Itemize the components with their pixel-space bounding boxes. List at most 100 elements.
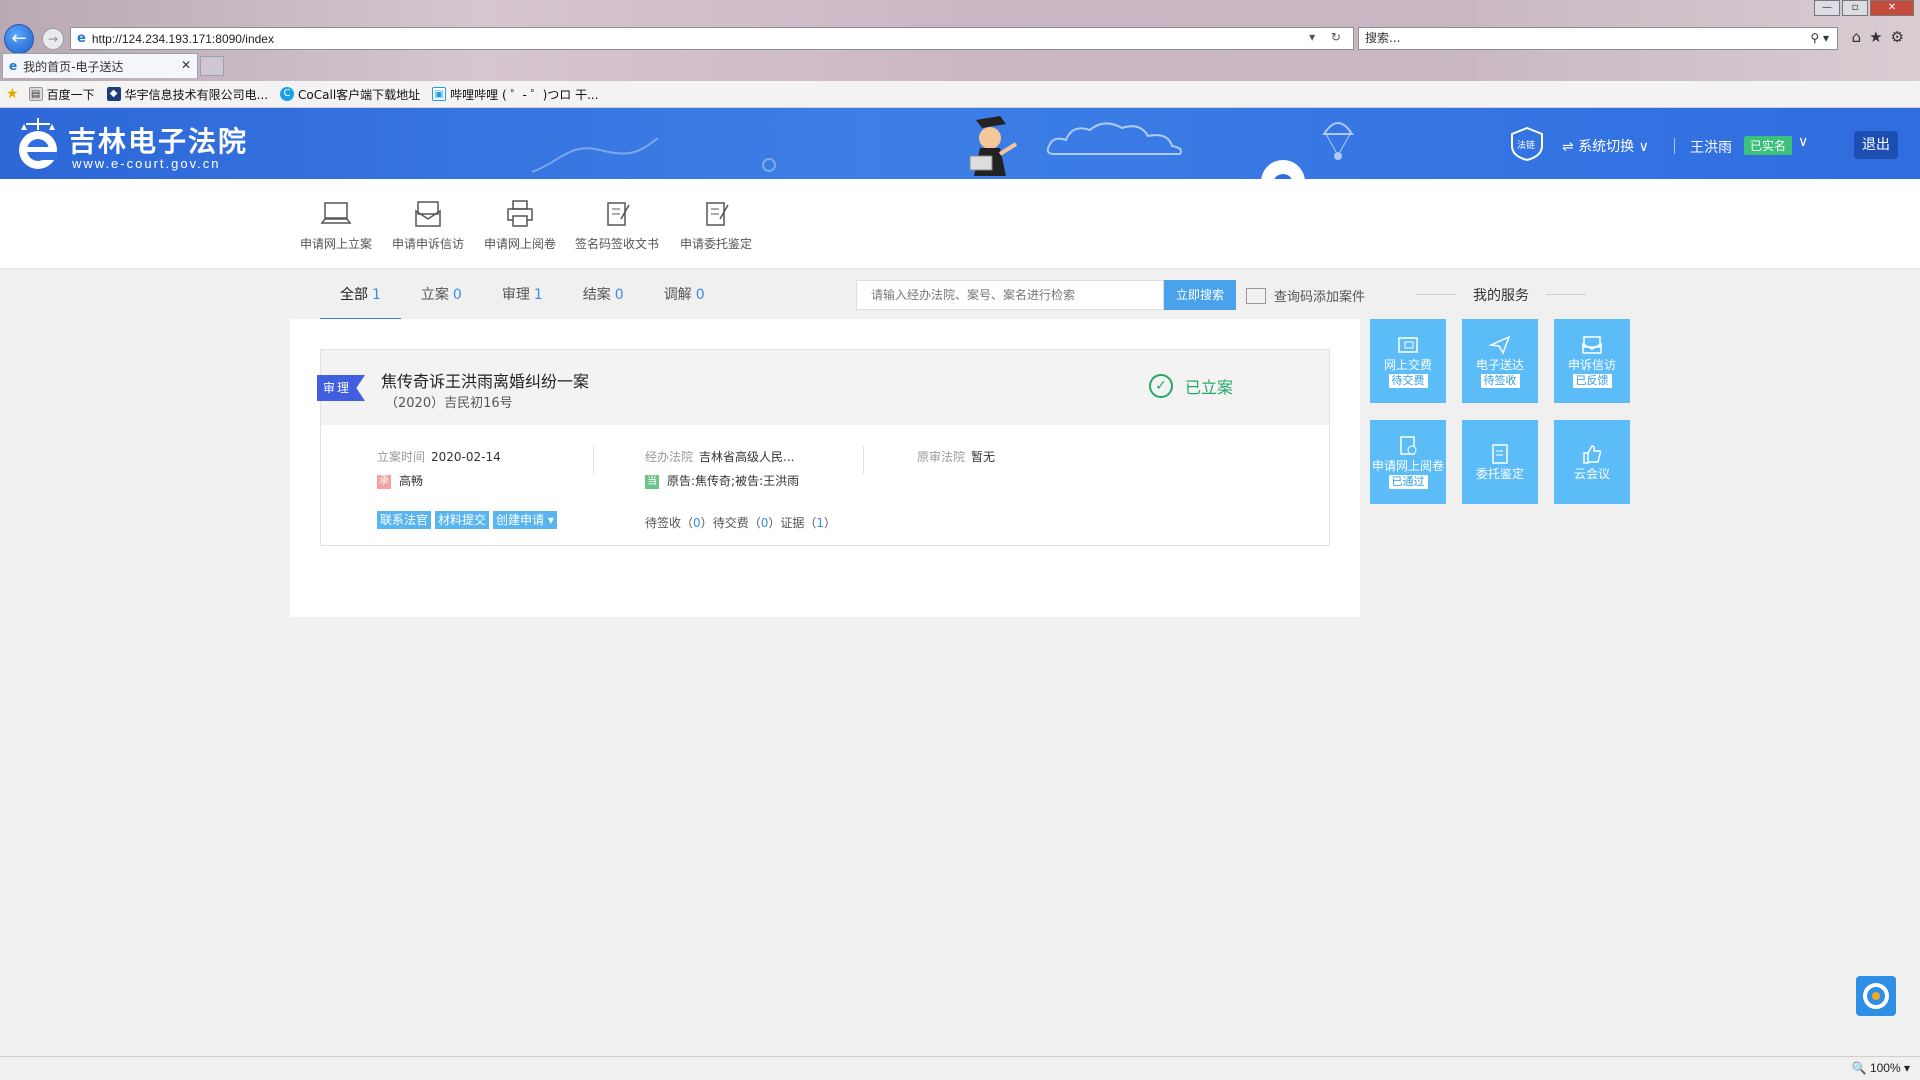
favorites-star-icon[interactable]: ★ [1869, 28, 1890, 46]
detail-separator [863, 446, 864, 474]
huayu-logo-icon: ◆ [106, 87, 121, 101]
forward-button[interactable]: → [42, 28, 64, 50]
my-services-heading: 我的服务 [1416, 285, 1586, 305]
tab-close-icon[interactable]: ✕ [181, 58, 191, 72]
service-cloud-meeting[interactable]: 云会议 [1554, 420, 1630, 504]
tab-count: 1 [533, 287, 543, 303]
system-switch-button[interactable]: ⇌ 系统切换 ∨ [1562, 136, 1649, 156]
favorite-label: 百度一下 [46, 87, 95, 102]
tab-all[interactable]: 全部 1 [320, 280, 401, 320]
submit-materials-button[interactable]: 材料提交 [435, 511, 490, 529]
browser-search-input[interactable]: 搜索... ⚲ ▾ [1358, 27, 1838, 50]
bilibili-tv-icon: ▣ [432, 87, 447, 101]
envelope-icon [415, 201, 441, 227]
judge-name: 高畅 [399, 474, 424, 488]
service-e-delivery[interactable]: 电子送达 待签收 [1462, 319, 1538, 403]
service-label: 云会议 [1573, 467, 1610, 481]
switch-arrows-icon: ⇌ [1562, 139, 1579, 155]
parties-value: 原告:焦传奇;被告:王洪雨 [667, 474, 800, 488]
new-tab-button[interactable] [200, 56, 224, 76]
wallet-icon [1398, 337, 1418, 353]
pending-pay-count[interactable]: 0 [761, 516, 769, 530]
favorite-link-cocall[interactable]: C CoCall客户端下载地址 [280, 86, 420, 103]
laptop-icon [320, 202, 352, 224]
home-icon[interactable]: ⌂ [1852, 28, 1870, 46]
header-divider [1674, 138, 1675, 154]
tab-trial[interactable]: 审理 1 [482, 280, 563, 320]
service-badge: 已反馈 [1572, 374, 1612, 388]
case-card[interactable]: 审理 焦传奇诉王洪雨离婚纠纷一案 （2020）吉民初16号 ✓ 已立案 立案时间… [317, 349, 1330, 546]
close-window-button[interactable]: ✕ [1870, 0, 1914, 16]
tab-filing[interactable]: 立案 0 [401, 280, 482, 320]
zoom-level[interactable]: 🔍 100% ▾ [1852, 1061, 1910, 1075]
svg-text:法链: 法链 [1517, 139, 1535, 151]
service-badge: 待交费 [1388, 374, 1428, 388]
barcode-icon [1246, 287, 1266, 304]
favorite-link-huayu[interactable]: ◆ 华宇信息技术有限公司电... [106, 86, 268, 103]
tab-count: 0 [614, 287, 624, 303]
floating-chat-icon[interactable] [1856, 976, 1896, 1016]
evidence-label: 证据 [780, 516, 805, 530]
court-logo-icon[interactable] [16, 116, 60, 172]
address-bar[interactable]: e http://124.234.193.171:8090/index ▾ ↻ [70, 27, 1354, 50]
quick-action-sign-code[interactable]: 签名码签收文书 [572, 199, 662, 252]
service-petition[interactable]: 申诉信访 已反馈 [1554, 319, 1630, 403]
fabu-shield-icon[interactable]: 法链 [1508, 126, 1546, 162]
envelope-icon [1582, 336, 1602, 354]
pending-sign-count[interactable]: 0 [693, 516, 701, 530]
address-url: http://124.234.193.171:8090/index [91, 31, 274, 46]
service-label: 网上交费 [1383, 358, 1432, 372]
contact-judge-button[interactable]: 联系法官 [377, 511, 432, 529]
search-icon[interactable]: ⚲ ▾ [1810, 28, 1829, 49]
back-button[interactable]: ← [4, 24, 34, 54]
original-court-label: 原审法院 [917, 450, 966, 464]
qrcode-add-label: 查询码添加案件 [1274, 290, 1366, 305]
case-title[interactable]: 焦传奇诉王洪雨离婚纠纷一案 [381, 368, 589, 392]
qrcode-add-case-link[interactable]: 查询码添加案件 [1246, 286, 1365, 305]
service-online-payment[interactable]: 网上交费 待交费 [1370, 319, 1446, 403]
settings-gear-icon[interactable]: ⚙ [1891, 28, 1912, 46]
quick-action-petition[interactable]: 申请申诉信访 [383, 199, 473, 252]
favorite-link-baidu[interactable]: ▤ 百度一下 [28, 86, 95, 103]
browser-status-bar: 🔍 100% ▾ [0, 1056, 1920, 1080]
browser-tab[interactable]: e 我的首页-电子送达 ✕ [2, 53, 198, 78]
paper-plane-icon [1489, 335, 1511, 355]
zoom-icon: 🔍 [1851, 1061, 1870, 1075]
page-icon: ▤ [28, 87, 43, 101]
service-file-review[interactable]: 申请网上阅卷 已通过 [1370, 420, 1446, 504]
tab-mediation[interactable]: 调解 0 [644, 280, 725, 320]
tab-label: 调解 [663, 287, 692, 303]
user-menu-chevron-icon[interactable]: ∨ [1798, 134, 1808, 150]
service-badge: 待签收 [1480, 374, 1520, 388]
favorite-link-bilibili[interactable]: ▣ 哔哩哔哩 ( ゜- ゜)つロ 干... [432, 86, 599, 103]
quick-action-appraisal[interactable]: 申请委托鉴定 [671, 199, 761, 252]
service-label: 委托鉴定 [1475, 467, 1524, 481]
service-appraisal[interactable]: 委托鉴定 [1462, 420, 1538, 504]
quick-action-label: 申请委托鉴定 [679, 237, 752, 251]
service-label: 申请网上阅卷 [1371, 459, 1444, 473]
check-circle-icon: ✓ [1149, 374, 1173, 398]
tab-label: 立案 [420, 287, 449, 303]
tab-closed[interactable]: 结案 0 [563, 280, 644, 320]
pending-pay-label: 待交费 [712, 516, 749, 530]
quick-action-label: 申请申诉信访 [391, 237, 464, 251]
quick-action-online-filing[interactable]: 申请网上立案 [291, 199, 381, 252]
browser-search-placeholder: 搜索... [1365, 31, 1401, 45]
maximize-button[interactable]: ▫ [1842, 0, 1868, 16]
evidence-count[interactable]: 1 [816, 516, 824, 530]
create-application-dropdown[interactable]: 创建申请 ▾ [493, 511, 557, 529]
favorites-star-add-icon[interactable]: ★ [6, 86, 19, 102]
minimize-button[interactable]: — [1814, 0, 1840, 16]
search-button[interactable]: 立即搜索 [1164, 280, 1236, 310]
decoration-sun-icon [762, 158, 776, 172]
original-court: 原审法院 暂无 [917, 448, 995, 465]
filing-date-value: 2020-02-14 [431, 450, 501, 464]
document-edit-icon [706, 202, 729, 226]
refresh-icon[interactable]: ▾ ↻ [1309, 30, 1347, 44]
case-search-input[interactable]: 请输入经办法院、案号、案名进行检索 [856, 280, 1164, 310]
logout-button[interactable]: 退出 [1854, 131, 1898, 159]
user-name[interactable]: 王洪雨 [1690, 137, 1732, 157]
quick-action-file-review[interactable]: 申请网上阅卷 [475, 199, 565, 252]
document-check-icon [1400, 436, 1417, 455]
chevron-down-icon: ∨ [1634, 139, 1649, 155]
